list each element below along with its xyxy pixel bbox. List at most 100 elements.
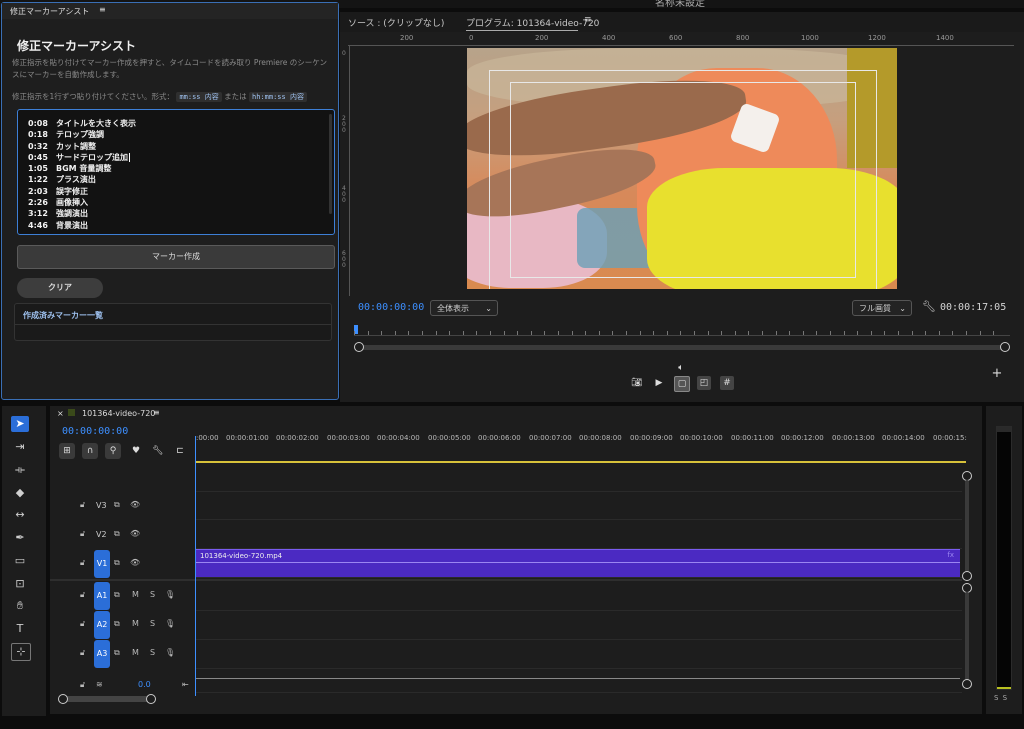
track-label[interactable]: V3 [96,501,107,510]
tab-source[interactable]: ソース : (クリップなし) [348,16,444,29]
sync-lock-icon[interactable]: ⧉ [114,648,120,658]
linked-selection-icon[interactable]: ⚲ [105,443,121,459]
pen-tool-icon[interactable]: ✒ [11,530,29,546]
timeline-vertical-scrollbar[interactable] [962,471,972,691]
timeline-ruler[interactable]: :00:00 00:00:01:00 00:00:02:00 00:00:03:… [196,432,967,452]
lock-icon[interactable]: 🔓︎ [80,500,85,510]
monitor-zoom-scrollbar[interactable] [354,342,1010,352]
video-frame[interactable] [467,48,897,289]
mute-button[interactable]: M [132,590,139,599]
track-target-badge[interactable]: A3 [94,640,110,668]
sequence-tab-label[interactable]: 101364-video-720 [82,409,155,418]
volume-icon[interactable]: 🔈︎ [674,361,688,375]
add-marker-icon[interactable]: ♥ [128,443,144,459]
caption-tool-icon[interactable]: ⊹ [11,643,31,661]
sync-lock-icon[interactable]: ⧉ [114,558,120,568]
slip-tool-icon[interactable]: ↔ [11,507,29,523]
track-row-v2[interactable] [196,520,962,549]
zoom-level-select[interactable]: 全体表示 ⌄ [430,300,498,316]
meter-clip-indicator[interactable] [997,427,1011,432]
microphone-icon[interactable]: 🎙︎ [165,619,175,628]
track-row-v3[interactable] [196,491,962,520]
timeline-playhead[interactable] [195,436,196,696]
captions-icon[interactable]: ⊏ [172,443,188,459]
crop-tool-icon[interactable]: ⊡ [11,576,29,592]
instructions-textarea[interactable]: 0:08 タイトルを大きく表示 0:18 テロップ強調 0:32 カット調整 0:45… [17,109,335,235]
timeline-timecode[interactable]: 00:00:00:00 [62,426,128,437]
timeline-zoom-scrollbar[interactable] [58,694,156,704]
lock-icon[interactable]: 🔓︎ [80,558,85,568]
microphone-icon[interactable]: 🎙︎ [165,590,175,599]
lock-icon[interactable]: 🔓︎ [80,529,85,539]
type-tool-icon[interactable]: T [11,621,29,637]
sync-lock-icon[interactable]: ⧉ [114,529,120,539]
lock-icon[interactable]: 🔓︎ [80,648,85,658]
export-frame-camera-icon[interactable]: 📷︎ [630,376,644,390]
scroll-handle[interactable] [962,571,972,581]
scroll-thumb-audio[interactable] [965,592,969,680]
safe-margins-icon[interactable]: ▢ [674,376,690,392]
textarea-scrollbar[interactable] [329,114,332,214]
play-icon[interactable]: ▶ [652,376,666,390]
solo-button[interactable]: S [150,590,155,599]
scroll-thumb-video[interactable] [965,480,969,572]
playback-quality-select[interactable]: フル画質 ⌄ [852,300,912,316]
master-volume-value[interactable]: 0.0 [138,680,151,689]
close-icon[interactable]: × [57,409,64,418]
hand-tool-icon[interactable]: ✋︎ [11,598,29,614]
grid-icon[interactable]: # [720,376,734,390]
scroll-handle-bottom[interactable] [962,679,972,689]
lock-icon[interactable]: 🔓︎ [80,590,85,600]
program-current-timecode[interactable]: 00:00:00:00 [358,302,424,313]
track-label[interactable]: V2 [96,530,107,539]
monitor-time-ruler[interactable] [354,325,1010,336]
microphone-icon[interactable]: 🎙︎ [165,648,175,657]
mute-button[interactable]: M [132,619,139,628]
go-to-end-icon[interactable]: ⇤ [182,680,189,689]
track-target-badge[interactable]: A2 [94,611,110,639]
hamburger-menu-icon[interactable]: ≡ [99,5,106,14]
tab-program[interactable]: プログラム: 101364-video-720 [466,16,599,29]
hamburger-menu-icon[interactable]: ≡ [153,408,160,417]
zoom-right-handle[interactable] [146,694,156,704]
ripple-edit-tool-icon[interactable]: ⟛ [11,462,29,478]
create-markers-button[interactable]: マーカー作成 [17,245,335,269]
insert-sequence-icon[interactable]: ⊞ [59,443,75,459]
add-button-icon[interactable]: + [990,367,1004,381]
selection-tool-icon[interactable]: ➤ [11,416,29,432]
rectangle-tool-icon[interactable]: ▭ [11,553,29,569]
comparison-view-icon[interactable]: ◰ [697,376,711,390]
eye-icon[interactable]: 👁︎ [130,558,140,567]
hamburger-menu-icon[interactable]: ≡ [584,15,592,25]
track-row-a1[interactable] [196,581,962,611]
wrench-icon[interactable]: 🔧︎ [922,300,936,313]
panel-tab-label[interactable]: 修正マーカーアシスト [10,6,89,17]
scrub-tick [517,331,519,335]
razor-tool-icon[interactable]: ◆ [11,485,29,501]
video-clip[interactable]: 101364-video-720.mp4 fx [196,549,960,577]
mute-button[interactable]: M [132,648,139,657]
vruler-number: 0 [342,50,346,57]
track-row-a2[interactable] [196,610,962,640]
clear-button[interactable]: クリア [17,278,103,298]
track-target-badge[interactable]: A1 [94,582,110,610]
track-select-tool-icon[interactable]: ⇥ [11,439,29,455]
solo-button[interactable]: S [150,619,155,628]
snap-magnet-icon[interactable]: ∩ [82,443,98,459]
track-target-badge[interactable]: V1 [94,550,110,578]
zoom-left-handle[interactable] [58,694,68,704]
scrollbar-left-handle[interactable] [354,342,364,352]
track-row-a3[interactable] [196,639,962,669]
scrub-tick [680,331,682,335]
lock-icon[interactable]: 🔓︎ [80,680,85,690]
eye-icon[interactable]: 👁︎ [130,500,140,509]
sync-lock-icon[interactable]: ⧉ [114,590,120,600]
lock-icon[interactable]: 🔓︎ [80,619,85,629]
solo-button[interactable]: S [150,648,155,657]
meter-solo-labels[interactable]: S S [994,694,1008,702]
scrollbar-right-handle[interactable] [1000,342,1010,352]
timeline-settings-wrench-icon[interactable]: 🔧︎ [150,443,166,459]
sync-lock-icon[interactable]: ⧉ [114,500,120,510]
sync-lock-icon[interactable]: ⧉ [114,619,120,629]
eye-icon[interactable]: 👁︎ [130,529,140,538]
